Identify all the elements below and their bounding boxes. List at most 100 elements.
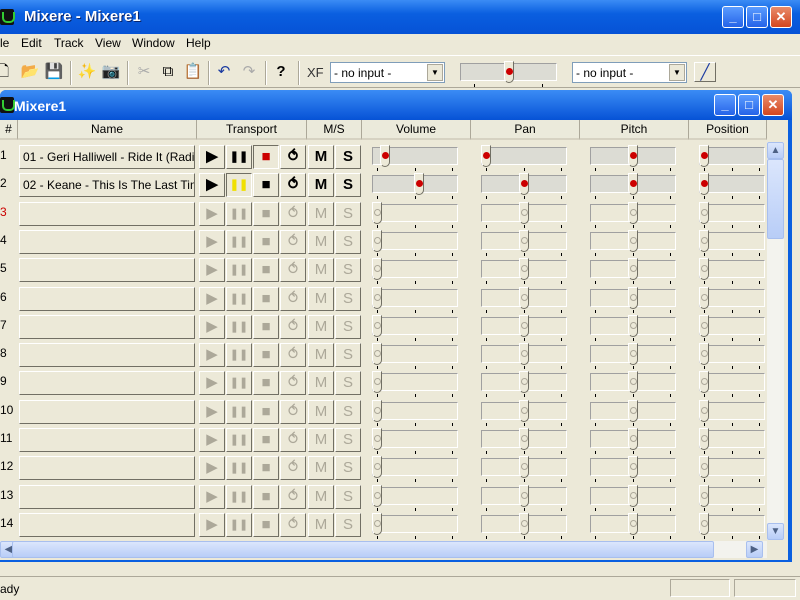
slider-thumb[interactable] bbox=[372, 229, 382, 252]
volume-slider[interactable] bbox=[372, 512, 458, 539]
slider-thumb[interactable] bbox=[628, 343, 638, 366]
menu-track[interactable]: Track bbox=[54, 36, 84, 50]
slider-thumb[interactable] bbox=[628, 399, 638, 422]
mute-button[interactable]: M bbox=[308, 484, 334, 509]
slider-thumb[interactable] bbox=[628, 173, 638, 196]
slider-thumb[interactable] bbox=[699, 314, 709, 337]
pan-slider[interactable] bbox=[481, 201, 567, 228]
slider-thumb[interactable] bbox=[699, 258, 709, 281]
volume-slider[interactable] bbox=[372, 201, 458, 228]
crossfade-curve-button[interactable]: ╱ bbox=[694, 62, 716, 82]
menu-edit[interactable]: Edit bbox=[21, 36, 42, 50]
loop-button[interactable]: ⥀ bbox=[280, 484, 306, 509]
column-header-number[interactable]: # bbox=[0, 120, 18, 140]
column-header-position[interactable]: Position bbox=[689, 120, 767, 140]
stop-button[interactable]: ■ bbox=[253, 201, 279, 226]
play-button[interactable]: ▶ bbox=[199, 512, 225, 537]
solo-button[interactable]: S bbox=[335, 145, 361, 169]
loop-button[interactable]: ⥀ bbox=[280, 201, 306, 226]
play-button[interactable]: ▶ bbox=[199, 145, 225, 169]
vertical-scroll-thumb[interactable] bbox=[767, 159, 784, 239]
slider-thumb[interactable] bbox=[628, 286, 638, 309]
pitch-slider[interactable] bbox=[590, 286, 676, 313]
scroll-down-button[interactable]: ▼ bbox=[767, 523, 784, 540]
position-slider[interactable] bbox=[699, 314, 765, 341]
pitch-slider[interactable] bbox=[590, 229, 676, 256]
new-icon[interactable]: 🗋 bbox=[0, 62, 14, 82]
save-icon[interactable]: 💾 bbox=[43, 62, 65, 82]
slider-thumb[interactable] bbox=[519, 343, 529, 366]
slider-thumb[interactable] bbox=[699, 512, 709, 535]
stop-button[interactable]: ■ bbox=[253, 456, 279, 481]
track-name-button[interactable] bbox=[19, 229, 195, 254]
loop-button[interactable]: ⥀ bbox=[280, 343, 306, 368]
mute-button[interactable]: M bbox=[308, 145, 334, 169]
chevron-down-icon[interactable]: ▼ bbox=[427, 64, 443, 81]
slider-thumb[interactable] bbox=[372, 343, 382, 366]
slider-thumb[interactable] bbox=[519, 512, 529, 535]
stop-button[interactable]: ■ bbox=[253, 512, 279, 537]
loop-button[interactable]: ⥀ bbox=[280, 371, 306, 396]
track-name-button[interactable] bbox=[19, 456, 195, 481]
track-name-button[interactable]: 01 - Geri Halliwell - Ride It (Radio bbox=[19, 145, 195, 169]
scroll-right-button[interactable]: ▶ bbox=[746, 541, 763, 558]
slider-thumb[interactable] bbox=[372, 286, 382, 309]
position-slider[interactable] bbox=[699, 428, 765, 454]
volume-slider[interactable] bbox=[372, 428, 458, 454]
copy-icon[interactable]: ⧉ bbox=[157, 62, 179, 82]
position-slider[interactable] bbox=[699, 258, 765, 285]
solo-button[interactable]: S bbox=[335, 201, 361, 226]
loop-button[interactable]: ⥀ bbox=[280, 399, 306, 424]
loop-button[interactable]: ⥀ bbox=[280, 512, 306, 537]
slider-thumb[interactable] bbox=[372, 484, 382, 507]
volume-slider[interactable] bbox=[372, 229, 458, 256]
pan-slider[interactable] bbox=[481, 428, 567, 454]
solo-button[interactable]: S bbox=[335, 314, 361, 339]
slider-thumb[interactable] bbox=[519, 399, 529, 422]
position-slider[interactable] bbox=[699, 512, 765, 539]
horizontal-scrollbar[interactable]: ◀ ▶ bbox=[0, 541, 767, 558]
wizard-icon[interactable]: ✨ bbox=[76, 62, 98, 82]
solo-button[interactable]: S bbox=[335, 371, 361, 396]
slider-thumb[interactable] bbox=[699, 428, 709, 450]
close-button[interactable]: ✕ bbox=[770, 6, 792, 28]
slider-thumb[interactable] bbox=[519, 258, 529, 281]
pan-slider[interactable] bbox=[481, 399, 567, 426]
pan-slider[interactable] bbox=[481, 286, 567, 313]
play-button[interactable]: ▶ bbox=[199, 314, 225, 339]
play-button[interactable]: ▶ bbox=[199, 229, 225, 254]
mute-button[interactable]: M bbox=[308, 399, 334, 424]
loop-button[interactable]: ⥀ bbox=[280, 173, 306, 198]
solo-button[interactable]: S bbox=[335, 173, 361, 198]
stop-button[interactable]: ■ bbox=[253, 428, 279, 452]
play-button[interactable]: ▶ bbox=[199, 343, 225, 368]
solo-button[interactable]: S bbox=[335, 343, 361, 368]
stop-button[interactable]: ■ bbox=[253, 286, 279, 311]
child-minimize-button[interactable]: _ bbox=[714, 94, 736, 116]
stop-button[interactable]: ■ bbox=[253, 484, 279, 509]
pan-slider[interactable] bbox=[481, 258, 567, 285]
slider-thumb[interactable] bbox=[413, 173, 424, 196]
mute-button[interactable]: M bbox=[308, 201, 334, 226]
mute-button[interactable]: M bbox=[308, 286, 334, 311]
track-name-button[interactable] bbox=[19, 399, 195, 424]
mute-button[interactable]: M bbox=[308, 343, 334, 368]
pan-slider[interactable] bbox=[481, 229, 567, 256]
position-slider[interactable] bbox=[699, 343, 765, 370]
stop-button[interactable]: ■ bbox=[253, 399, 279, 424]
slider-thumb[interactable] bbox=[372, 512, 382, 535]
volume-slider[interactable] bbox=[372, 343, 458, 370]
volume-slider[interactable] bbox=[372, 145, 458, 171]
slider-thumb[interactable] bbox=[481, 145, 491, 167]
pitch-slider[interactable] bbox=[590, 201, 676, 228]
pause-button[interactable]: ❚❚ bbox=[226, 173, 252, 198]
pause-button[interactable]: ❚❚ bbox=[226, 512, 252, 537]
slider-thumb[interactable] bbox=[379, 145, 390, 167]
paste-icon[interactable]: 📋 bbox=[182, 62, 204, 82]
track-name-button[interactable] bbox=[19, 512, 195, 537]
pitch-slider[interactable] bbox=[590, 399, 676, 426]
minimize-button[interactable]: _ bbox=[722, 6, 744, 28]
stop-button[interactable]: ■ bbox=[253, 343, 279, 368]
pause-button[interactable]: ❚❚ bbox=[226, 456, 252, 481]
slider-thumb[interactable] bbox=[699, 399, 709, 422]
